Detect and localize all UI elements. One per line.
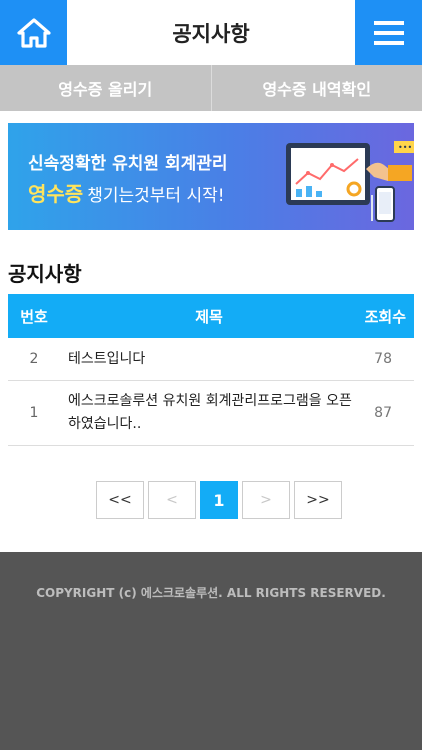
first-page-button[interactable]: <<	[96, 481, 144, 519]
hamburger-menu-icon	[373, 20, 404, 45]
promo-banner: 신속정확한 유치원 회계관리 영수증 챙기는것부터 시작! •••	[8, 123, 414, 230]
page-title: 공지사항	[172, 21, 250, 46]
row-views: 87	[374, 405, 392, 421]
banner-headline: 신속정확한 유치원 회계관리	[28, 154, 228, 174]
copyright-text: COPYRIGHT (c) 에스크로솔루션. ALL RIGHTS RESERV…	[36, 586, 386, 600]
app-header: 공지사항	[0, 0, 422, 65]
home-icon	[16, 17, 51, 48]
column-header-title: 제목	[195, 307, 223, 326]
notice-table: 번호 제목 조회수 2 테스트입니다 78 1 에스크로솔루션 유치원 회계관리…	[8, 294, 414, 446]
prev-page-button[interactable]: <	[148, 481, 196, 519]
banner-subline-text: 챙기는것부터 시작!	[87, 186, 225, 206]
row-title-link[interactable]: 테스트입니다	[60, 348, 358, 371]
row-number: 2	[29, 351, 39, 367]
table-header: 번호 제목 조회수	[8, 294, 414, 338]
row-title-link[interactable]: 에스크로솔루션 유치원 회계관리프로그램을 오픈 하였습니다..	[60, 390, 358, 436]
pagination: << < 1 > >>	[96, 481, 346, 519]
last-page-button[interactable]: >>	[294, 481, 342, 519]
banner-accent-text: 영수증	[28, 182, 84, 206]
notice-section-title: 공지사항	[8, 262, 82, 286]
home-button[interactable]	[0, 0, 67, 65]
column-header-no: 번호	[20, 307, 48, 326]
receipt-upload-tab[interactable]: 영수증 올리기	[0, 65, 211, 111]
footer: COPYRIGHT (c) 에스크로솔루션. ALL RIGHTS RESERV…	[0, 552, 422, 750]
sub-navigation: 영수증 올리기 영수증 내역확인	[0, 65, 422, 111]
next-page-button[interactable]: >	[242, 481, 290, 519]
current-page-button[interactable]: 1	[200, 481, 238, 519]
row-views: 78	[374, 351, 392, 367]
column-header-views: 조회수	[364, 307, 406, 326]
receipt-history-tab[interactable]: 영수증 내역확인	[210, 65, 422, 111]
row-number: 1	[29, 405, 39, 421]
table-row[interactable]: 2 테스트입니다 78	[8, 338, 414, 381]
svg-text:•••: •••	[398, 143, 412, 152]
accounting-illustration-icon: •••	[286, 141, 414, 222]
table-row[interactable]: 1 에스크로솔루션 유치원 회계관리프로그램을 오픈 하였습니다.. 87	[8, 381, 414, 446]
banner-subline: 영수증 챙기는것부터 시작!	[28, 178, 225, 207]
menu-button[interactable]	[355, 0, 422, 65]
